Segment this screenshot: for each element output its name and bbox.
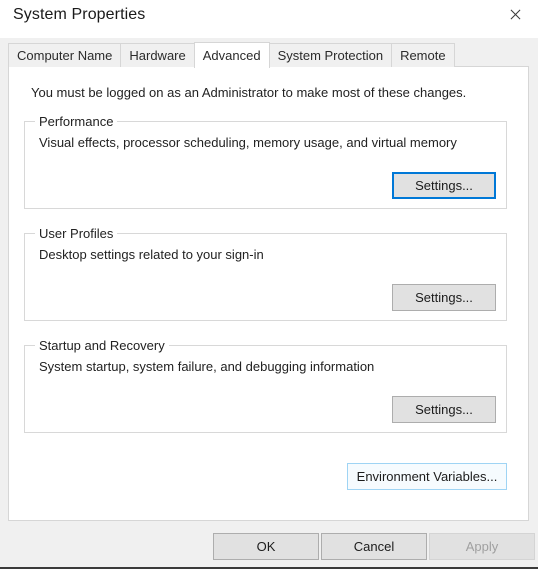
ok-button[interactable]: OK [213,533,319,560]
close-icon [509,9,521,21]
title-bar: System Properties [0,0,538,38]
cancel-button[interactable]: Cancel [321,533,427,560]
tab-hardware[interactable]: Hardware [120,43,195,67]
close-button[interactable] [492,0,538,30]
dialog-footer: OK Cancel Apply [0,521,538,569]
group-performance-description: Visual effects, processor scheduling, me… [39,135,457,150]
tab-content-advanced: You must be logged on as an Administrato… [8,66,529,521]
system-properties-dialog: System Properties Computer Name Hardware… [0,0,538,569]
tab-advanced[interactable]: Advanced [193,42,270,68]
window-title: System Properties [13,6,146,23]
tab-remote[interactable]: Remote [391,43,455,67]
user-profiles-settings-button[interactable]: Settings... [392,284,496,311]
environment-variables-button[interactable]: Environment Variables... [347,463,507,490]
performance-settings-button[interactable]: Settings... [392,172,496,199]
tab-strip: Computer Name Hardware Advanced System P… [8,42,455,68]
startup-recovery-settings-button[interactable]: Settings... [392,396,496,423]
group-startup-and-recovery-title: Startup and Recovery [35,338,169,353]
tab-system-protection[interactable]: System Protection [268,43,393,67]
group-performance-title: Performance [35,114,118,129]
group-user-profiles: User Profiles Desktop settings related t… [24,226,507,321]
administrator-notice: You must be logged on as an Administrato… [31,85,467,100]
group-user-profiles-description: Desktop settings related to your sign-in [39,247,264,262]
group-performance: Performance Visual effects, processor sc… [24,114,507,209]
group-startup-and-recovery: Startup and Recovery System startup, sys… [24,338,507,433]
tab-computer-name[interactable]: Computer Name [8,43,122,67]
apply-button: Apply [429,533,535,560]
group-user-profiles-title: User Profiles [35,226,118,241]
group-startup-and-recovery-description: System startup, system failure, and debu… [39,359,375,374]
